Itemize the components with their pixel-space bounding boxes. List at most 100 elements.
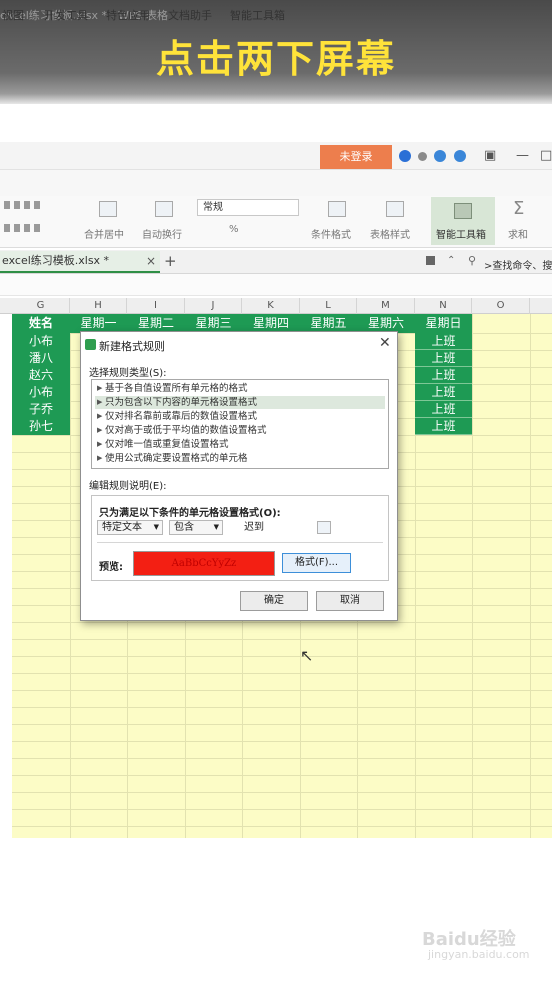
sunday-cell[interactable]: 上班: [415, 333, 472, 350]
bullet-arrow-icon: ▶: [97, 412, 103, 420]
window-titlebar: [0, 142, 552, 170]
wrap-text-label[interactable]: 自动换行: [142, 226, 182, 241]
dialog-close-icon[interactable]: ✕: [379, 335, 391, 351]
preview-label: 预览:: [99, 562, 123, 573]
number-format-select[interactable]: 常规: [197, 199, 299, 216]
condition-type-value: 特定文本: [102, 522, 142, 533]
sum-label[interactable]: 求和: [508, 226, 528, 241]
grid-line: [12, 639, 552, 640]
sunday-cell[interactable]: 上班: [415, 418, 472, 435]
grid-line: [12, 622, 552, 623]
menu-developer[interactable]: 开发工具: [44, 7, 88, 23]
dialog-title: 新建格式规则: [99, 340, 165, 353]
toolbar-box-icon[interactable]: [426, 256, 435, 265]
header-cell-name[interactable]: 姓名: [12, 314, 70, 333]
login-button[interactable]: 未登录: [320, 145, 392, 169]
name-cell[interactable]: 孙七: [12, 418, 70, 435]
ok-button[interactable]: 确定: [240, 591, 308, 611]
skin-icon[interactable]: [434, 150, 446, 162]
grid-line: [12, 707, 552, 708]
minimize-window-icon[interactable]: —: [516, 148, 529, 163]
sunday-cell[interactable]: 上班: [415, 350, 472, 367]
rule-type-item[interactable]: ▶ 仅对唯一值或重复值设置格式: [95, 438, 385, 451]
formula-bar-area: [0, 274, 552, 296]
table-style-label[interactable]: 表格样式: [370, 226, 410, 241]
rule-type-item-selected[interactable]: ▶ 只为包含以下内容的单元格设置格式: [95, 396, 385, 409]
dropdown-arrow-icon: ▼: [153, 523, 159, 531]
percent-button[interactable]: %: [229, 224, 239, 235]
maximize-window-icon[interactable]: □: [540, 148, 552, 163]
merge-center-icon[interactable]: [99, 201, 117, 217]
search-icon[interactable]: ⚲: [468, 254, 476, 267]
header-cell-day[interactable]: 星期日: [415, 314, 472, 333]
column-header[interactable]: I: [127, 298, 185, 314]
column-header[interactable]: L: [300, 298, 357, 314]
grid-line: [12, 656, 552, 657]
grid-line: [12, 775, 552, 776]
grid-line: [12, 758, 552, 759]
sunday-cell[interactable]: 上班: [415, 367, 472, 384]
restore-window-icon[interactable]: ▣: [484, 148, 496, 163]
menu-view[interactable]: 视图: [2, 7, 24, 23]
grid-line: [12, 792, 552, 793]
name-cell[interactable]: 小布: [12, 333, 70, 350]
column-header[interactable]: N: [415, 298, 472, 314]
cancel-button[interactable]: 取消: [316, 591, 384, 611]
condition-value-input[interactable]: 迟到: [239, 520, 317, 535]
grid-line: [12, 809, 552, 810]
sunday-cell[interactable]: 上班: [415, 401, 472, 418]
collapse-icon[interactable]: ⌃: [447, 255, 455, 266]
menu-features[interactable]: 特色应用: [106, 7, 150, 23]
rule-type-text: 基于各自值设置所有单元格的格式: [105, 383, 248, 394]
toolbox-icon: [454, 203, 472, 219]
rule-type-item[interactable]: ▶ 使用公式确定要设置格式的单元格: [95, 452, 385, 465]
settings-icon[interactable]: [418, 152, 427, 161]
column-header[interactable]: O: [472, 298, 530, 314]
wrap-text-icon[interactable]: [155, 201, 173, 217]
format-button[interactable]: 格式(F)...: [282, 553, 351, 573]
rule-type-text: 仅对高于或低于平均值的数值设置格式: [105, 425, 267, 436]
rule-type-text: 仅对唯一值或重复值设置格式: [105, 439, 229, 450]
wps-shield-icon[interactable]: [399, 150, 411, 162]
rule-type-item[interactable]: ▶ 基于各自值设置所有单元格的格式: [95, 382, 385, 395]
close-tab-icon[interactable]: ×: [146, 251, 156, 271]
conditional-format-label[interactable]: 条件格式: [311, 226, 351, 241]
grid-line: [12, 826, 552, 827]
rule-type-item[interactable]: ▶ 仅对高于或低于平均值的数值设置格式: [95, 424, 385, 437]
column-header[interactable]: H: [70, 298, 127, 314]
help-icon[interactable]: [454, 150, 466, 162]
bullet-arrow-icon: ▶: [97, 398, 103, 406]
rule-type-list[interactable]: ▶ 基于各自值设置所有单元格的格式 ▶ 只为包含以下内容的单元格设置格式 ▶ 仅对排名…: [91, 379, 389, 469]
bullet-arrow-icon: ▶: [97, 384, 103, 392]
column-header[interactable]: K: [242, 298, 300, 314]
bullet-arrow-icon: ▶: [97, 454, 103, 462]
column-header[interactable]: J: [185, 298, 242, 314]
range-picker-icon[interactable]: [317, 521, 331, 534]
name-cell[interactable]: 子乔: [12, 401, 70, 418]
column-header[interactable]: G: [12, 298, 70, 314]
align-icons[interactable]: [4, 201, 44, 209]
table-style-icon[interactable]: [386, 201, 404, 217]
search-commands-input[interactable]: >查找命令、搜: [484, 257, 552, 272]
operator-select[interactable]: 包含 ▼: [169, 520, 223, 535]
sum-icon[interactable]: Σ: [513, 198, 524, 219]
wps-sheet-logo-icon: [85, 339, 96, 350]
bullet-arrow-icon: ▶: [97, 426, 103, 434]
indent-icons[interactable]: [4, 224, 44, 232]
grid-line: [12, 673, 552, 674]
file-tab[interactable]: excel练习模板.xlsx * ×: [0, 251, 160, 273]
rule-type-text: 使用公式确定要设置格式的单元格: [105, 453, 248, 464]
name-cell[interactable]: 潘八: [12, 350, 70, 367]
column-header[interactable]: M: [357, 298, 415, 314]
merge-center-label[interactable]: 合并居中: [84, 226, 124, 241]
conditional-format-icon[interactable]: [328, 201, 346, 217]
name-cell[interactable]: 小布: [12, 384, 70, 401]
rule-type-item[interactable]: ▶ 仅对排名靠前或靠后的数值设置格式: [95, 410, 385, 423]
sunday-cell[interactable]: 上班: [415, 384, 472, 401]
bullet-arrow-icon: ▶: [97, 440, 103, 448]
name-cell[interactable]: 赵六: [12, 367, 70, 384]
add-tab-icon[interactable]: +: [164, 252, 177, 270]
menu-smart-toolbox[interactable]: 智能工具箱: [230, 7, 285, 23]
condition-type-select[interactable]: 特定文本 ▼: [97, 520, 163, 535]
menu-doc-assistant[interactable]: 文档助手: [168, 7, 212, 23]
